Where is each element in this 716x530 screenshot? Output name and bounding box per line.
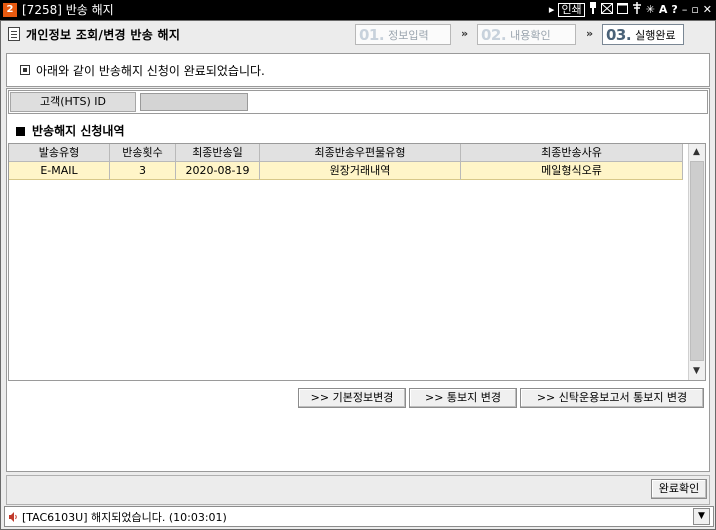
step-input-info: 01. 정보입력 bbox=[355, 24, 451, 45]
step-execution-complete: 03. 실행완료 bbox=[602, 24, 684, 45]
section-bullet-icon bbox=[16, 127, 25, 136]
column-header-send-type[interactable]: 발송유형 bbox=[9, 144, 110, 162]
column-header-last-return-reason[interactable]: 최종반송사유 bbox=[461, 144, 683, 162]
minimize-icon[interactable]: – bbox=[682, 3, 688, 17]
step-number: 03. bbox=[606, 25, 632, 44]
notice-address-change-button[interactable]: >> 통보지 변경 bbox=[409, 388, 517, 408]
section-title: 반송해지 신청내역 bbox=[32, 124, 125, 138]
cell-last-return-reason: 메일형식오류 bbox=[461, 162, 683, 180]
confirm-complete-button[interactable]: 완료확인 bbox=[651, 479, 707, 499]
arrow-right-icon[interactable]: ▸ bbox=[549, 3, 555, 17]
cell-last-return-date: 2020-08-19 bbox=[176, 162, 260, 180]
asterisk-icon[interactable]: ✳ bbox=[646, 3, 655, 17]
column-header-return-count[interactable]: 반송횟수 bbox=[110, 144, 176, 162]
customer-id-label: 고객(HTS) ID bbox=[10, 92, 136, 112]
basic-info-change-button[interactable]: >> 기본정보변경 bbox=[298, 388, 406, 408]
status-message: [TAC6103U] 해지되었습니다. (10:03:01) bbox=[22, 511, 227, 524]
step-label: 내용확인 bbox=[510, 28, 551, 42]
scrollbar-thumb[interactable] bbox=[690, 161, 704, 361]
bullet-square-icon bbox=[20, 65, 30, 75]
print-button[interactable]: 인쇄 bbox=[558, 3, 585, 17]
column-header-last-return-mail-type[interactable]: 최종반송우편물유형 bbox=[260, 144, 461, 162]
pin-icon[interactable] bbox=[589, 2, 597, 18]
bottom-button-bar bbox=[6, 475, 710, 505]
double-chevron-icon: » bbox=[586, 27, 594, 40]
scroll-down-icon[interactable]: ▼ bbox=[689, 364, 704, 379]
column-header-last-return-date[interactable]: 최종반송일 bbox=[176, 144, 260, 162]
mail-icon[interactable] bbox=[600, 2, 613, 18]
window-title: [7258] 반송 해지 bbox=[22, 3, 114, 17]
step-number: 01. bbox=[359, 25, 385, 44]
step-confirm-content: 02. 내용확인 bbox=[477, 24, 576, 45]
cell-return-count: 3 bbox=[110, 162, 176, 180]
double-chevron-icon: » bbox=[461, 27, 469, 40]
grid-header: 발송유형 반송횟수 최종반송일 최종반송우편물유형 최종반송사유 bbox=[9, 144, 683, 162]
table-row[interactable]: E-MAIL 3 2020-08-19 원장거래내역 메일형식오류 bbox=[9, 162, 683, 180]
app-badge: 2 bbox=[3, 3, 17, 17]
maximize-icon[interactable]: ▫ bbox=[691, 3, 698, 17]
document-icon bbox=[8, 27, 20, 41]
close-icon[interactable]: ✕ bbox=[703, 3, 712, 17]
title-bar-controls: ▸ 인쇄 ✳ A ? – ▫ ✕ bbox=[549, 2, 712, 18]
step-number: 02. bbox=[481, 25, 507, 44]
step-label: 실행완료 bbox=[635, 28, 676, 42]
page-title: 개인정보 조회/변경 반송 해지 bbox=[26, 28, 181, 42]
speaker-icon bbox=[8, 511, 18, 522]
customer-id-field[interactable] bbox=[140, 93, 248, 111]
font-icon[interactable]: A bbox=[659, 3, 668, 17]
cell-last-return-mail-type: 원장거래내역 bbox=[260, 162, 461, 180]
trust-report-notice-change-button[interactable]: >> 신탁운용보고서 통보지 변경 bbox=[520, 388, 704, 408]
window-icon[interactable] bbox=[616, 2, 628, 18]
help-icon[interactable]: ? bbox=[671, 3, 677, 17]
scroll-up-icon[interactable]: ▲ bbox=[689, 145, 704, 160]
pushpin-icon[interactable] bbox=[632, 2, 642, 18]
step-label: 정보입력 bbox=[388, 28, 429, 42]
cell-send-type: E-MAIL bbox=[9, 162, 110, 180]
completion-message: 아래와 같이 반송해지 신청이 완료되었습니다. bbox=[36, 64, 265, 78]
chevron-down-icon[interactable]: ▼ bbox=[693, 508, 710, 525]
